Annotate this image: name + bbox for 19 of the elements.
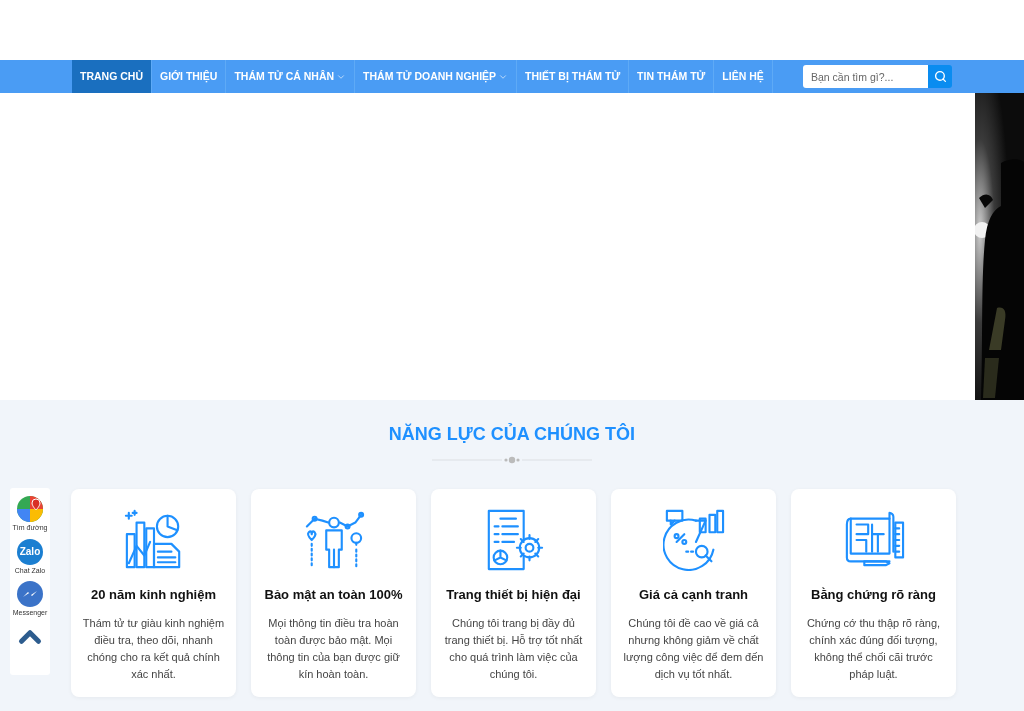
card-title: Trang thiết bị hiện đại — [446, 586, 581, 604]
pie-chart-magnifier-icon — [662, 509, 725, 571]
search-field[interactable]: Bạn cần tìm gì?... — [803, 65, 928, 88]
messenger-bolt-icon[interactable] — [17, 581, 43, 607]
zalo-icon[interactable]: Zalo — [17, 538, 43, 565]
card-title: 20 năm kinh nghiệm — [91, 586, 216, 604]
card-description: Chứng cớ thu thập rõ ràng, chính xác đúng đối tượng, không thể chối cãi trước pháp luật. — [805, 615, 942, 682]
card-title: Giá cả cạnh tranh — [638, 586, 749, 604]
card-description: Thám tử tư giàu kinh nghiệm điều tra, theo dõi, nhanh chóng cho ra kết quả chính xác nhất. — [81, 615, 226, 682]
card-description: Mọi thông tin điều tra hoàn toàn được bảo mật. Mọi thông tin của bạn được giữ kín hoàn toàn. — [266, 615, 401, 682]
search-icon — [933, 70, 947, 83]
search-button[interactable] — [928, 65, 952, 88]
map-pin-icon[interactable] — [17, 496, 43, 522]
card-description: Chúng tôi trang bị đầy đủ trang thiết bị. Hỗ trợ tốt nhất cho quá trình làm việc của chúng tôi. — [443, 615, 584, 682]
section-title: NĂNG LỰC CỦA CHÚNG TÔI — [388, 422, 636, 446]
card-title: Bằng chứng rõ ràng — [811, 586, 936, 604]
card-title: Bảo mật an toàn 100% — [264, 586, 403, 604]
nav-link[interactable]: TRANG CHỦ — [72, 60, 152, 93]
card-description: Chúng tôi đề cao về giá cả nhưng không giảm về chất lượng công việc để đem đến dịch vụ tốt nhất. — [622, 615, 765, 682]
